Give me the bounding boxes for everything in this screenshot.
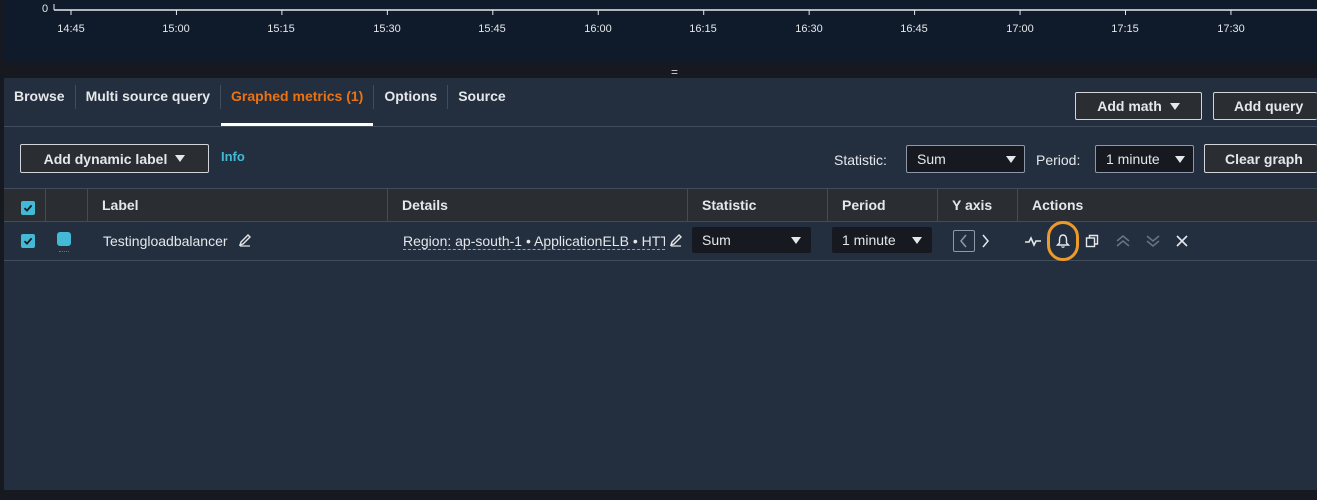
- add-math-button[interactable]: Add math: [1075, 92, 1202, 120]
- chart-x-tick-label: 15:45: [478, 23, 506, 35]
- pulse-icon[interactable]: [1023, 232, 1043, 250]
- row-statistic-value: Sum: [702, 232, 731, 248]
- chart-y-tick-label: 0: [42, 3, 49, 15]
- tab-graphed-metrics[interactable]: Graphed metrics (1): [221, 78, 374, 126]
- caret-down-icon: [1006, 155, 1016, 163]
- table-row: Testingloadbalancer Region: ap-south-1 •…: [4, 221, 1317, 261]
- chart-x-tick-label: 15:15: [267, 23, 295, 35]
- tab-multi-source-query[interactable]: Multi source query: [76, 78, 220, 126]
- row-period-value: 1 minute: [842, 232, 896, 248]
- caret-down-icon: [175, 155, 186, 162]
- pencil-icon[interactable]: [668, 232, 684, 248]
- select-all-checkbox[interactable]: [21, 201, 35, 215]
- chart-x-tick-label: 15:00: [162, 23, 190, 35]
- chevron-right-icon[interactable]: [977, 230, 993, 252]
- pencil-icon[interactable]: [237, 232, 253, 248]
- row-select-checkbox[interactable]: [21, 234, 35, 248]
- caret-down-icon: [912, 236, 922, 244]
- add-math-label: Add math: [1097, 98, 1162, 114]
- check-icon: [23, 237, 33, 245]
- tab-source[interactable]: Source: [448, 78, 515, 126]
- metric-chart: 0 14:45 15:00 15:15 15:30 15:45 16:00 16…: [4, 0, 1317, 62]
- column-header-statistic[interactable]: Statistic: [687, 189, 827, 221]
- column-header-details[interactable]: Details: [387, 189, 687, 221]
- copy-icon[interactable]: [1083, 232, 1101, 250]
- clear-graph-label: Clear graph: [1225, 150, 1303, 167]
- statistic-select-value: Sum: [917, 151, 946, 167]
- tab-bar: Browse Multi source query Graphed metric…: [4, 78, 516, 126]
- graphed-metrics-panel: Browse Multi source query Graphed metric…: [4, 78, 1317, 490]
- period-select[interactable]: 1 minute: [1095, 145, 1194, 173]
- bell-icon[interactable]: [1053, 231, 1073, 251]
- caret-down-icon: [791, 236, 801, 244]
- info-link[interactable]: Info: [221, 149, 245, 164]
- close-icon[interactable]: [1173, 232, 1191, 250]
- clear-graph-button[interactable]: Clear graph: [1204, 144, 1317, 173]
- period-select-value: 1 minute: [1106, 151, 1160, 167]
- column-header-period[interactable]: Period: [827, 189, 937, 221]
- row-statistic-select[interactable]: Sum: [692, 227, 811, 253]
- add-dynamic-label-button[interactable]: Add dynamic label: [20, 144, 209, 173]
- chart-x-tick-label: 16:15: [689, 23, 717, 35]
- double-chevron-up-icon[interactable]: [1113, 232, 1133, 250]
- add-query-button[interactable]: Add query: [1213, 92, 1317, 120]
- chart-x-tick-label: 17:15: [1111, 23, 1139, 35]
- chart-x-tick-label: 16:45: [900, 23, 928, 35]
- caret-down-icon: [1169, 102, 1180, 110]
- row-period-select[interactable]: 1 minute: [832, 227, 932, 253]
- chart-x-tick-label: 16:30: [795, 23, 823, 35]
- metric-label-text: Testingloadbalancer: [103, 233, 228, 249]
- caret-down-icon: [1175, 155, 1185, 163]
- column-header-actions: Actions: [1017, 189, 1317, 221]
- chart-x-tick-label: 16:00: [584, 23, 612, 35]
- metrics-table-header: Label Details Statistic Period Y axis Ac…: [4, 188, 1317, 222]
- tab-underline-divider: [4, 126, 1317, 127]
- chart-x-tick-label: 17:30: [1217, 23, 1245, 35]
- metric-details-link[interactable]: Region: ap-south-1 • ApplicationELB • HT…: [403, 233, 665, 250]
- period-label: Period:: [1036, 152, 1081, 168]
- check-icon: [23, 204, 33, 212]
- chart-x-tick-label: 15:30: [373, 23, 401, 35]
- color-column-header: [45, 189, 87, 221]
- swatch-dash: [59, 251, 69, 253]
- add-query-label: Add query: [1234, 98, 1304, 114]
- chevron-left-icon[interactable]: [953, 230, 975, 252]
- statistic-label: Statistic:: [834, 152, 887, 168]
- column-header-y-axis[interactable]: Y axis: [937, 189, 1017, 221]
- chart-x-tick-label: 14:45: [57, 23, 85, 35]
- add-dynamic-label-text: Add dynamic label: [43, 150, 168, 167]
- series-color-swatch[interactable]: [57, 232, 71, 246]
- resize-handle[interactable]: =: [671, 65, 678, 79]
- chart-x-tick-label: 17:00: [1006, 23, 1034, 35]
- tab-options[interactable]: Options: [374, 78, 447, 126]
- double-chevron-down-icon[interactable]: [1143, 232, 1163, 250]
- column-header-label[interactable]: Label: [87, 189, 387, 221]
- statistic-select[interactable]: Sum: [906, 145, 1025, 173]
- tab-browse[interactable]: Browse: [4, 78, 75, 126]
